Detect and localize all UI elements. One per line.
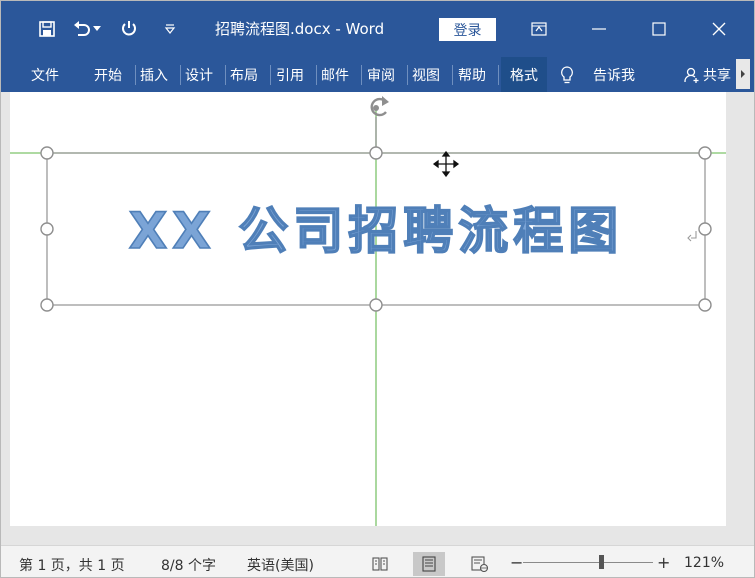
share-button[interactable]: 共享 [683, 57, 731, 92]
undo-icon[interactable] [71, 17, 93, 41]
tab-format[interactable]: 格式 [501, 57, 547, 92]
customize-quick-access-icon[interactable] [159, 17, 181, 41]
page-layout-icon [422, 556, 436, 572]
wordart-title[interactable]: XX 公司招聘流程图 [128, 201, 624, 261]
person-add-icon [684, 67, 699, 83]
minimize-icon[interactable] [579, 11, 619, 47]
undo-dropdown-icon[interactable] [91, 17, 103, 41]
tab-layout[interactable]: 布局 [230, 57, 258, 92]
read-mode-button[interactable] [364, 552, 396, 576]
lightbulb-icon [561, 65, 573, 83]
resize-handle-bottom-left[interactable] [40, 298, 54, 312]
resize-handle-left[interactable] [40, 222, 54, 236]
sign-in-button[interactable]: 登录 [439, 18, 496, 41]
move-cursor-icon [432, 150, 460, 178]
tab-review[interactable]: 审阅 [367, 57, 395, 92]
zoom-level[interactable]: 121% [684, 555, 724, 571]
chevron-right-icon [741, 70, 745, 78]
tab-separator [270, 65, 271, 85]
document-canvas[interactable]: XX 公司招聘流程图 [10, 92, 726, 526]
close-icon[interactable] [699, 11, 739, 47]
print-layout-button[interactable] [413, 552, 445, 576]
zoom-in-button[interactable]: + [657, 553, 670, 572]
zoom-slider-thumb[interactable] [599, 555, 604, 569]
web-layout-icon [471, 556, 489, 572]
redo-icon[interactable] [118, 17, 140, 41]
tab-insert[interactable]: 插入 [140, 57, 168, 92]
tab-separator [498, 65, 499, 85]
word-count[interactable]: 8/8 个字 [161, 555, 216, 575]
tell-me-label: 告诉我 [593, 67, 635, 84]
tab-references[interactable]: 引用 [276, 57, 304, 92]
status-bar: 第 1 页，共 1 页 8/8 个字 英语(美国) − + 121% [1, 545, 754, 577]
resize-handle-top-right[interactable] [698, 146, 712, 160]
rotate-handle-icon[interactable] [370, 96, 389, 117]
tab-design[interactable]: 设计 [185, 57, 213, 92]
title-bar: 招聘流程图.docx - Word 登录 [1, 1, 754, 57]
share-label: 共享 [703, 67, 731, 84]
page-count[interactable]: 第 1 页，共 1 页 [19, 555, 125, 575]
ribbon-tab-bar: 文件 开始 插入 设计 布局 引用 邮件 审阅 视图 帮助 格式 告诉我 共享 [1, 57, 754, 92]
ribbon-scroll-right-button[interactable] [736, 59, 750, 89]
tab-separator [361, 65, 362, 85]
paragraph-mark-icon [691, 231, 697, 239]
maximize-icon[interactable] [639, 11, 679, 47]
tab-separator [316, 65, 317, 85]
ribbon-display-options-icon[interactable] [519, 11, 559, 47]
web-layout-button[interactable] [464, 552, 496, 576]
book-icon [372, 557, 388, 571]
tab-separator [180, 65, 181, 85]
tab-separator [225, 65, 226, 85]
tab-home[interactable]: 开始 [94, 57, 122, 92]
tab-separator [135, 65, 136, 85]
tab-separator [452, 65, 453, 85]
save-icon[interactable] [36, 17, 58, 41]
tab-file[interactable]: 文件 [31, 57, 59, 92]
vertical-scrollbar[interactable] [726, 92, 754, 526]
wordart-selection: XX 公司招聘流程图 [10, 96, 726, 526]
word-window: 招聘流程图.docx - Word 登录 文件 开始 插入 设计 布局 引用 邮… [0, 0, 755, 578]
resize-handle-top-left[interactable] [40, 146, 54, 160]
tab-view[interactable]: 视图 [412, 57, 440, 92]
document-title: 招聘流程图.docx - Word [215, 20, 385, 38]
tab-help[interactable]: 帮助 [458, 57, 486, 92]
tab-mailings[interactable]: 邮件 [321, 57, 349, 92]
resize-handle-top[interactable] [369, 146, 383, 160]
zoom-slider-track[interactable] [523, 562, 653, 563]
resize-handle-bottom[interactable] [369, 298, 383, 312]
tell-me-button[interactable]: 告诉我 [559, 57, 635, 92]
tab-separator [407, 65, 408, 85]
resize-handle-right[interactable] [698, 222, 712, 236]
zoom-out-button[interactable]: − [510, 553, 523, 572]
language-indicator[interactable]: 英语(美国) [247, 555, 314, 575]
resize-handle-bottom-right[interactable] [698, 298, 712, 312]
